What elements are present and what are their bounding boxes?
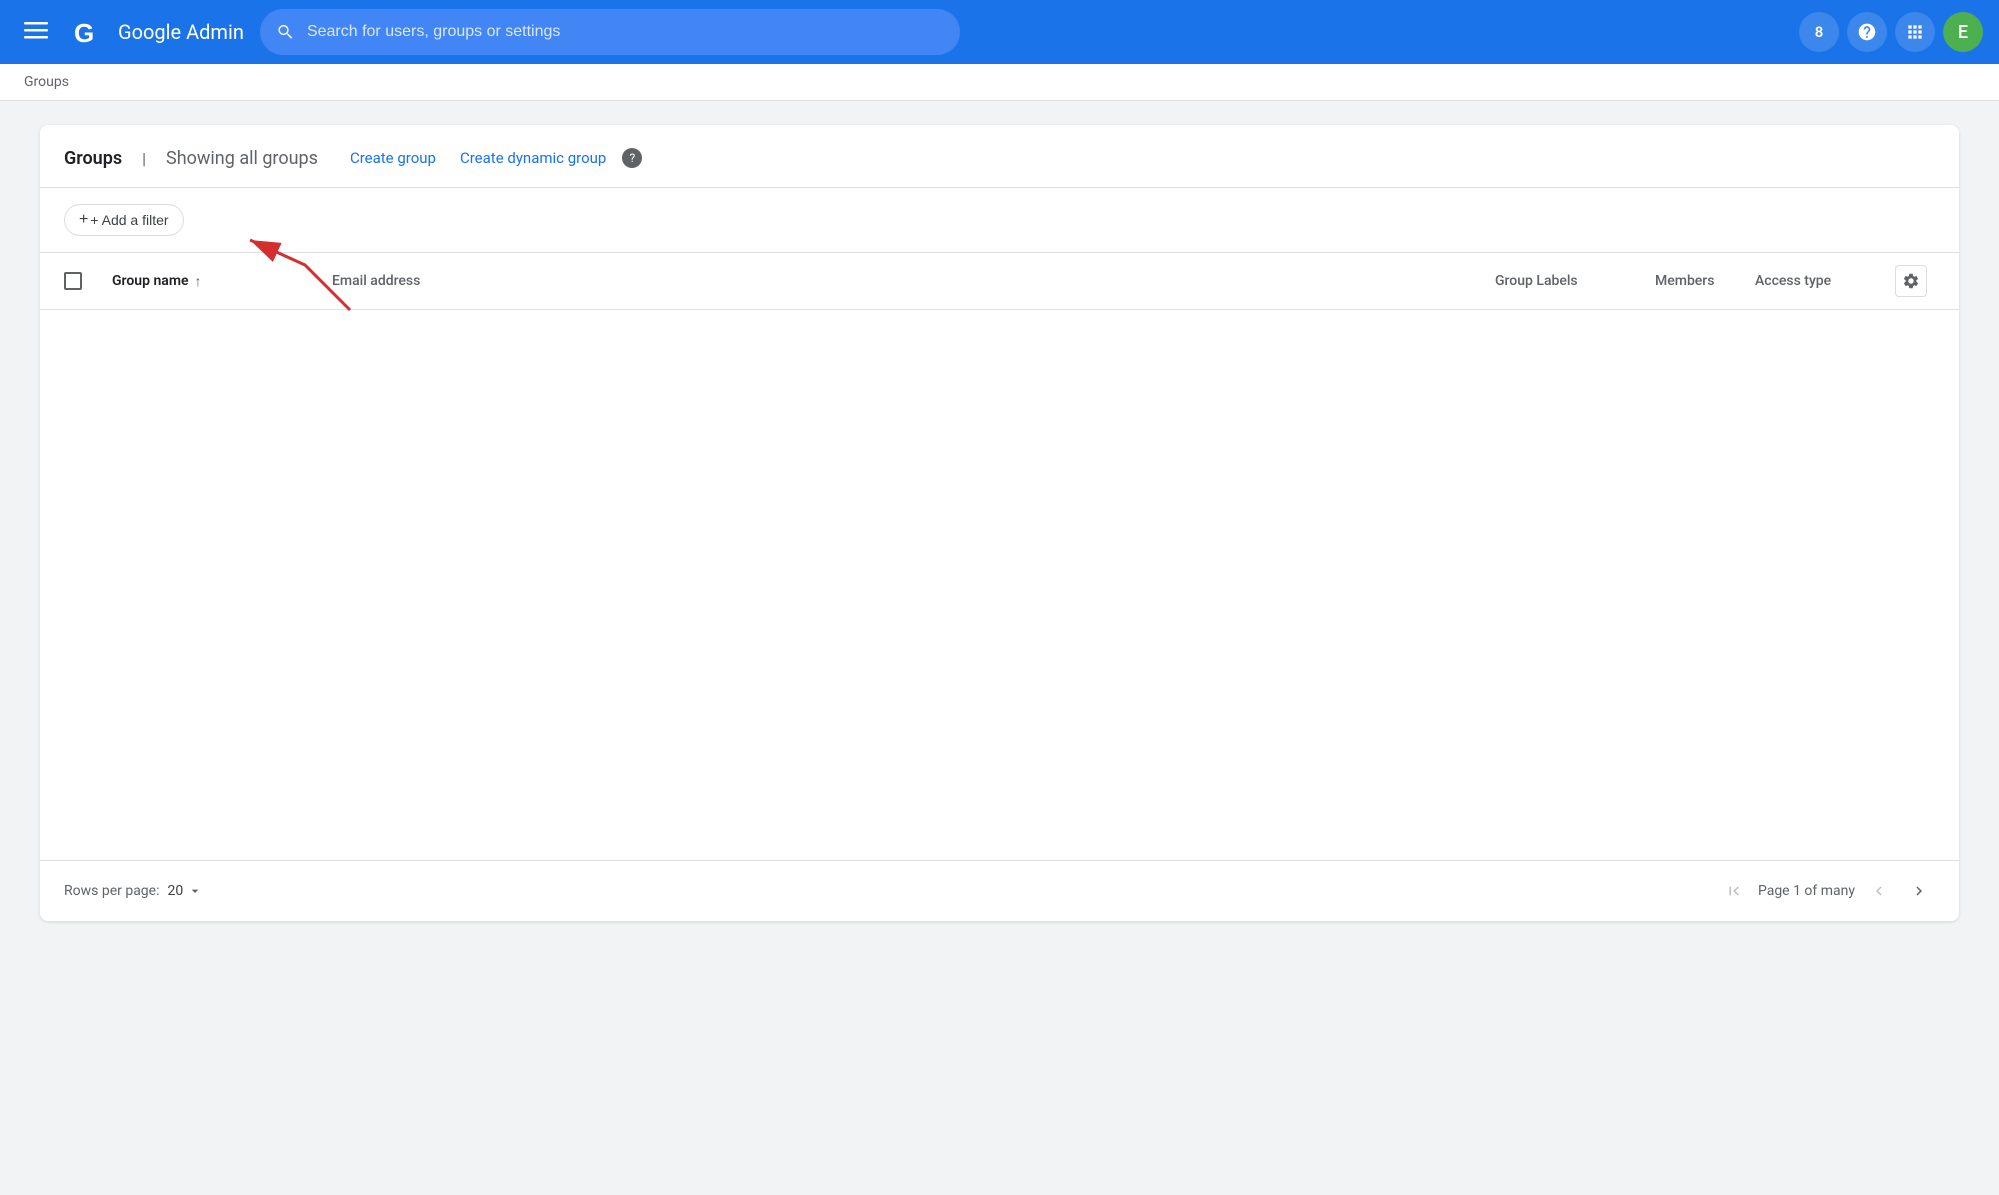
apps-icon-btn[interactable]: [1895, 12, 1935, 52]
groups-title: Groups: [64, 148, 122, 169]
search-input[interactable]: [307, 23, 944, 41]
col-header-access: Access type: [1755, 273, 1895, 289]
search-bar[interactable]: [260, 9, 960, 55]
support-icon: 8: [1815, 23, 1824, 41]
add-filter-label: + Add a filter: [90, 212, 168, 228]
table-body: [40, 310, 1959, 860]
chevron-right-icon: [1910, 882, 1928, 900]
select-all-checkbox[interactable]: [64, 272, 82, 290]
help-circle-icon[interactable]: ?: [622, 148, 642, 168]
avatar[interactable]: E: [1943, 12, 1983, 52]
main-content: Groups | Showing all groups Create group…: [0, 101, 1999, 945]
add-filter-button[interactable]: + + Add a filter: [64, 204, 184, 236]
groups-subtitle: Showing all groups: [166, 148, 318, 169]
col-header-email: Email address: [332, 273, 1495, 289]
chevron-left-icon: [1870, 882, 1888, 900]
help-icon: [1857, 22, 1877, 42]
support-icon-btn[interactable]: 8: [1799, 12, 1839, 52]
card-footer: Rows per page: 20 Page 1 of many: [40, 860, 1959, 921]
help-icon-btn[interactable]: [1847, 12, 1887, 52]
app-logo: G Google Admin: [72, 12, 244, 52]
col-header-members: Members: [1655, 273, 1755, 289]
dropdown-arrow-icon: [187, 883, 203, 899]
pagination-controls: Page 1 of many: [1718, 875, 1935, 907]
breadcrumb: Groups: [0, 64, 1999, 101]
rows-per-page-control: Rows per page: 20: [64, 883, 203, 899]
col-header-group-name[interactable]: Group name ↑: [112, 273, 332, 290]
page-info: Page 1 of many: [1758, 883, 1855, 899]
next-page-button[interactable]: [1903, 875, 1935, 907]
card-header: Groups | Showing all groups Create group…: [40, 125, 1959, 188]
apps-icon: [1905, 22, 1925, 42]
create-group-link[interactable]: Create group: [342, 145, 444, 171]
rows-per-page-select[interactable]: 20: [167, 883, 203, 899]
select-all-checkbox-cell[interactable]: [64, 272, 112, 290]
table-header: Group name ↑ Email address Group Labels …: [40, 253, 1959, 310]
svg-text:G: G: [74, 18, 94, 48]
filter-bar: + + Add a filter: [40, 188, 1959, 253]
prev-page-button[interactable]: [1863, 875, 1895, 907]
menu-icon[interactable]: [16, 10, 56, 55]
search-icon: [276, 22, 295, 42]
column-settings-cell: [1895, 265, 1935, 297]
topnav-right-actions: 8 E: [1799, 12, 1983, 52]
plus-icon: +: [79, 211, 88, 229]
app-title: Google Admin: [118, 20, 244, 44]
card-actions: Create group Create dynamic group ?: [342, 145, 642, 171]
col-header-labels: Group Labels: [1495, 273, 1655, 289]
column-settings-icon[interactable]: [1895, 265, 1927, 297]
rows-per-page-label: Rows per page:: [64, 883, 159, 899]
groups-card: Groups | Showing all groups Create group…: [40, 125, 1959, 921]
create-dynamic-group-link[interactable]: Create dynamic group: [452, 145, 614, 171]
sort-ascending-icon[interactable]: ↑: [195, 273, 202, 290]
google-logo-icon: G: [72, 12, 112, 52]
rows-value: 20: [167, 883, 183, 899]
first-page-icon: [1725, 882, 1743, 900]
title-separator: |: [142, 149, 146, 168]
first-page-button[interactable]: [1718, 875, 1750, 907]
top-navigation: G Google Admin 8 E: [0, 0, 1999, 64]
